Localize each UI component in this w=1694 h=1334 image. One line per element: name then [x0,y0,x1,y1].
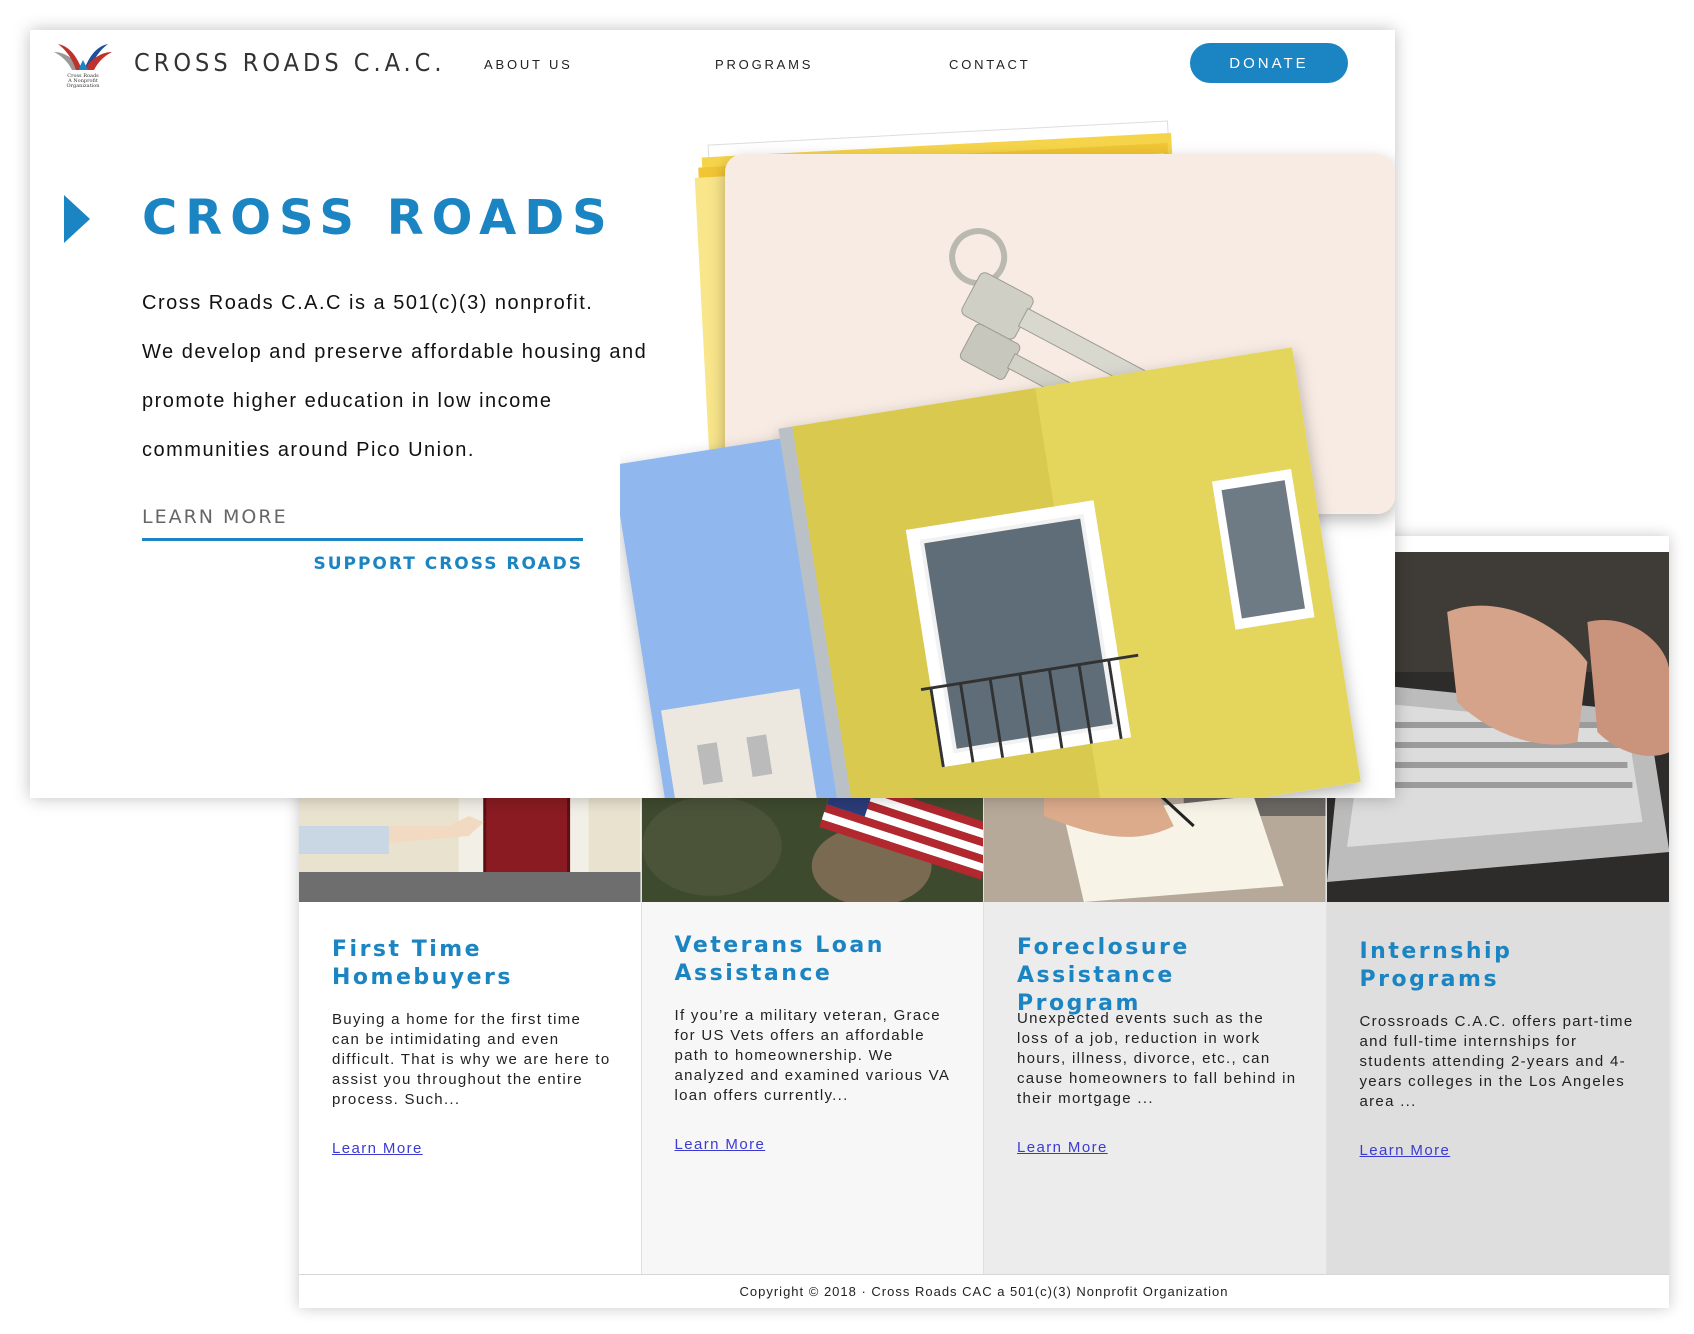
logo[interactable]: Cross Roads A Nonprofit Organization [52,40,114,89]
learn-more-link[interactable]: Learn More [675,1136,766,1153]
logo-caption: Cross Roads A Nonprofit Organization [52,74,114,89]
learn-more-link[interactable]: Learn More [332,1140,423,1157]
logo-mark-icon [54,44,112,70]
play-triangle-icon [64,195,90,243]
copyright-text: Copyright © 2018 · Cross Roads CAC a 501… [739,1284,1229,1299]
learn-more-link[interactable]: Learn More [1360,1142,1451,1159]
card-description: Unexpected events such as the loss of a … [1017,1010,1297,1107]
hero-description-line: communities around Pico Union. [142,439,475,461]
nav-about-us[interactable]: ABOUT US [484,57,573,72]
learn-more-link[interactable]: Learn More [1017,1139,1108,1156]
learn-more-link[interactable]: LEARN MORE [142,506,288,528]
card-description: If you’re a military veteran, Grace for … [674,1007,950,1104]
learn-more-underline [142,538,583,541]
support-cross-roads-link[interactable]: SUPPORT CROSS ROADS [313,554,583,574]
brand-name[interactable]: CROSS ROADS C.A.C. [134,48,446,77]
card-title: First Time Homebuyers [332,937,513,990]
card-description: Crossroads C.A.C. offers part-time and f… [1359,1013,1634,1110]
card-title: Foreclosure Assistance Program [1017,935,1190,1016]
hero-description-line: promote higher education in low income [142,390,553,412]
nav-programs[interactable]: PROGRAMS [715,57,813,72]
donate-button[interactable]: DONATE [1190,43,1348,83]
card-title: Veterans Loan Assistance [674,933,885,986]
footer: Copyright © 2018 · Cross Roads CAC a 501… [299,1274,1669,1308]
hero-description-line: Cross Roads C.A.C is a 501(c)(3) nonprof… [142,292,594,314]
nav-contact[interactable]: CONTACT [949,57,1030,72]
hero-window: Cross Roads A Nonprofit Organization CRO… [30,30,1395,798]
hero-description-line: We develop and preserve affordable housi… [142,341,648,363]
card-description: Buying a home for the first time can be … [332,1011,611,1108]
hero-title: CROSS ROADS [142,190,615,246]
hero-image [612,90,1395,798]
logo-caption-line: A Nonprofit Organization [66,78,100,89]
card-title: Internship Programs [1359,939,1513,992]
